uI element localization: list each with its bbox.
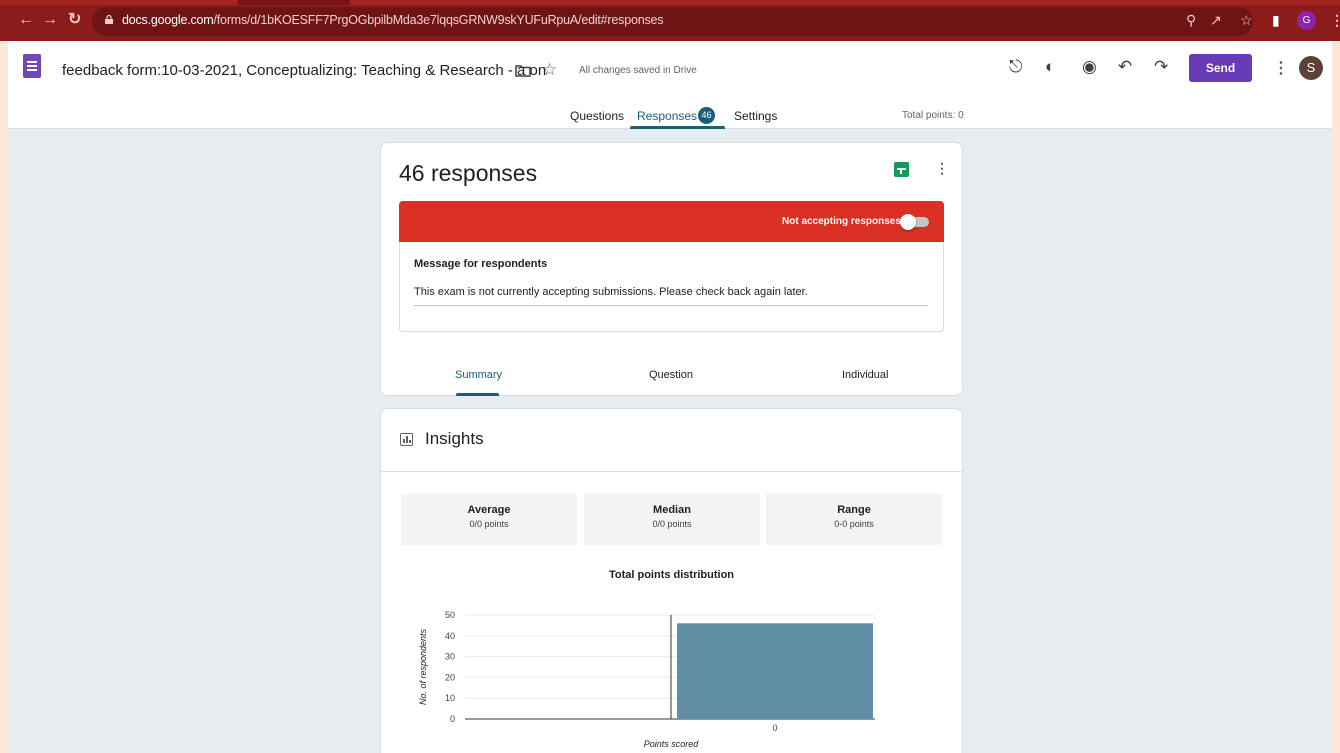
responses-more-icon[interactable]: ⋮ [935,160,949,177]
total-points: Total points: 0 [902,110,964,121]
y-tick-label: 10 [445,693,455,703]
y-tick-label: 0 [450,714,455,724]
tab-settings[interactable]: Settings [734,109,777,123]
x-axis-label: Points scored [644,739,700,749]
preview-eye-icon[interactable]: ◉ [1082,58,1097,76]
send-button[interactable]: Send [1189,54,1252,82]
reload-icon[interactable]: ↻ [68,12,81,28]
save-status: All changes saved in Drive [579,65,697,76]
subtab-individual[interactable]: Individual [842,369,888,381]
star-icon[interactable]: ☆ [542,60,557,80]
chart-title: Total points distribution [608,569,735,581]
folder-icon[interactable] [515,64,531,77]
left-margin [0,41,8,753]
stat-value: 0/0 points [469,519,509,529]
sheets-icon[interactable] [894,162,909,177]
address-url[interactable]: docs.google.com/forms/d/1bKOESFF7PrgOGbp… [122,13,664,27]
tab-responses[interactable]: Responses [637,109,697,123]
account-avatar[interactable]: S [1299,56,1323,80]
stat-median: Median 0/0 points [584,494,760,545]
active-tab-indicator [630,126,725,129]
subtab-question[interactable]: Question [649,369,693,381]
y-tick-label: 20 [445,672,455,682]
document-title[interactable]: feedback form:10-03-2021, Conceptualizin… [62,62,546,79]
undo-icon[interactable]: ↶ [1118,58,1132,76]
bar [677,623,873,719]
redo-icon[interactable]: ↷ [1154,58,1168,76]
message-label: Message for respondents [414,258,548,270]
addons-puzzle-icon[interactable]: ⎋ [1009,58,1022,76]
lock-icon [105,15,113,24]
message-field-underline [414,305,928,306]
message-field[interactable]: This exam is not currently accepting sub… [414,286,808,298]
back-icon[interactable]: ← [18,12,34,28]
browser-active-tab[interactable] [238,0,350,5]
stat-title: Median [653,504,691,516]
more-options-icon[interactable]: ⋮ [1273,58,1289,78]
accepting-status-label: Not accepting responses [782,216,901,227]
share-icon[interactable]: ↗ [1210,13,1222,27]
browser-menu-icon[interactable]: ⋮ [1330,13,1340,27]
browser-tab-strip [0,0,1340,5]
responses-count-badge: 46 [698,107,715,124]
forward-icon[interactable]: → [42,12,58,28]
insights-chart-icon [400,433,413,446]
stat-range: Range 0-0 points [766,494,942,545]
x-tick-label: 0 [772,723,777,733]
side-panel-icon[interactable]: ▮ [1272,13,1280,27]
tab-questions[interactable]: Questions [570,109,624,123]
stat-title: Range [837,504,871,516]
y-axis-label: No. of respondents [418,628,428,705]
zoom-icon[interactable]: ⚲ [1186,13,1196,27]
browser-profile-avatar[interactable]: G [1297,11,1316,30]
stat-average: Average 0/0 points [401,494,577,545]
forms-logo-icon[interactable] [23,54,41,78]
stat-title: Average [467,504,511,516]
active-subtab-indicator [456,393,499,396]
insights-title: Insights [425,429,484,448]
right-margin [1332,41,1340,753]
y-tick-label: 30 [445,652,455,662]
toggle-knob[interactable] [900,214,916,230]
insights-divider [381,471,962,472]
points-distribution-chart: 0 10 20 30 40 50 0 Points scored No. of responde… [418,610,875,749]
subtab-summary[interactable]: Summary [455,369,502,381]
y-tick-label: 40 [445,631,455,641]
stat-value: 0/0 points [652,519,692,529]
palette-icon[interactable]: ◐ [1045,58,1055,76]
bookmark-star-icon[interactable]: ☆ [1240,13,1253,27]
y-tick-label: 50 [445,610,455,620]
stat-value: 0-0 points [834,519,874,529]
responses-count-title: 46 responses [399,160,538,186]
